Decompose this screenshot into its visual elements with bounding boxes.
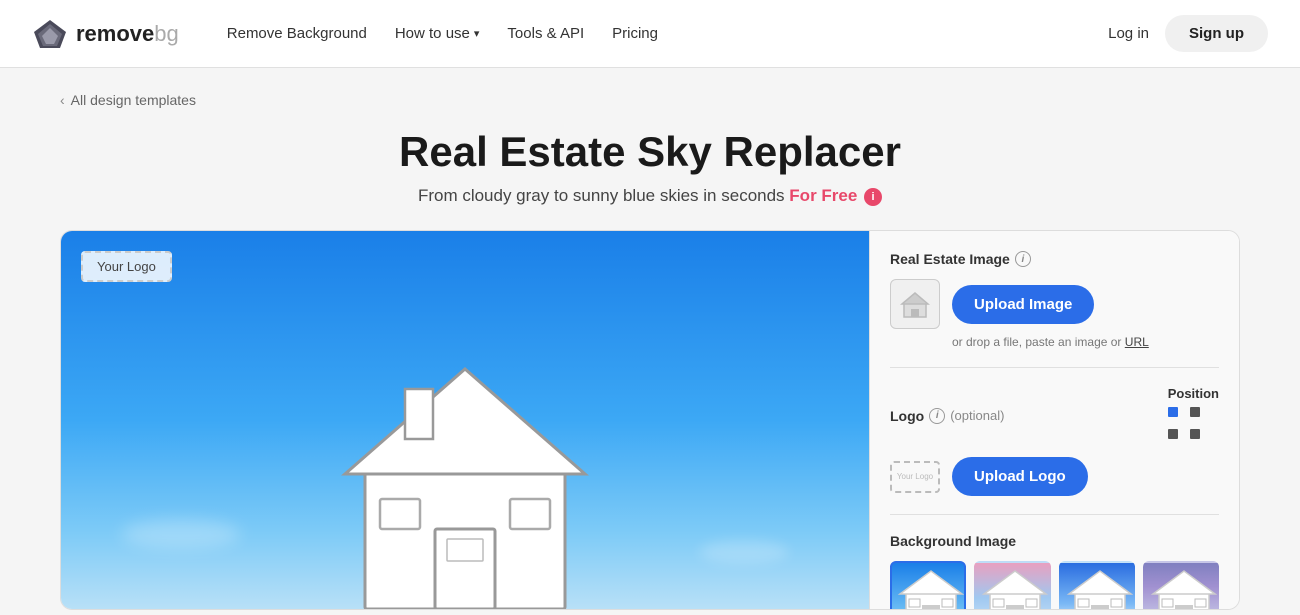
logo-section-label: Logo i (optional) [890, 408, 1004, 424]
upload-image-button[interactable]: Upload Image [952, 285, 1094, 324]
real-estate-thumb [890, 279, 940, 329]
logo-text: removebg [76, 21, 179, 47]
preview-canvas: Your Logo [61, 231, 869, 609]
page-subtitle: From cloudy gray to sunny blue skies in … [60, 186, 1240, 206]
nav-how-to-use[interactable]: How to use ▾ [395, 25, 480, 42]
upload-logo-button[interactable]: Upload Logo [952, 457, 1088, 496]
logo-upload-row: Your Logo Upload Logo [890, 457, 1219, 496]
real-estate-info-icon[interactable]: i [1015, 251, 1031, 267]
logo[interactable]: removebg [32, 16, 179, 52]
bg-section-label: Background Image [890, 533, 1219, 549]
bg-thumb-3[interactable] [1059, 561, 1135, 610]
breadcrumb-chevron-icon: ‹ [60, 92, 65, 108]
breadcrumb[interactable]: ‹ All design templates [60, 92, 1240, 108]
main-nav: Remove Background How to use ▾ Tools & A… [227, 25, 1076, 42]
for-free-info-icon[interactable]: i [864, 188, 882, 206]
preview-sky: Your Logo [61, 231, 869, 609]
logo-icon [32, 16, 68, 52]
nav-pricing[interactable]: Pricing [612, 25, 658, 42]
header-actions: Log in Sign up [1108, 15, 1268, 52]
preview-house-illustration [305, 329, 625, 609]
logo-section: Logo i (optional) Position [890, 386, 1219, 515]
signup-button[interactable]: Sign up [1165, 15, 1268, 52]
breadcrumb-label: All design templates [71, 92, 196, 108]
url-link[interactable]: URL [1125, 335, 1149, 349]
upload-image-row: Upload Image [890, 279, 1219, 329]
position-bottom-right[interactable] [1190, 429, 1200, 439]
main-content: ‹ All design templates Real Estate Sky R… [0, 68, 1300, 610]
position-control: Position [1168, 386, 1219, 445]
logo-thumb: Your Logo [890, 461, 940, 493]
tool-area: Your Logo [60, 230, 1240, 610]
position-top-right[interactable] [1190, 407, 1200, 417]
real-estate-section-label: Real Estate Image i [890, 251, 1219, 267]
position-grid [1168, 407, 1219, 445]
nav-remove-background[interactable]: Remove Background [227, 25, 367, 42]
chevron-down-icon: ▾ [474, 27, 480, 40]
optional-label: (optional) [950, 408, 1004, 423]
for-free-badge: For Free [789, 186, 857, 205]
logo-left: Your Logo Upload Logo [890, 457, 1088, 496]
bg-thumb-1[interactable] [890, 561, 966, 610]
real-estate-section: Real Estate Image i Upload Image or drop [890, 251, 1219, 368]
page-title: Real Estate Sky Replacer [60, 128, 1240, 176]
header: removebg Remove Background How to use ▾ … [0, 0, 1300, 68]
bg-thumb-2[interactable] [974, 561, 1050, 610]
logo-badge: Your Logo [81, 251, 172, 282]
sidebar-panel: Real Estate Image i Upload Image or drop [869, 231, 1239, 609]
position-bottom-left[interactable] [1168, 429, 1178, 439]
nav-tools-api[interactable]: Tools & API [507, 25, 584, 42]
logo-info-icon[interactable]: i [929, 408, 945, 424]
background-section: Background Image [890, 533, 1219, 610]
drop-hint: or drop a file, paste an image or URL [952, 335, 1219, 349]
bg-thumb-4[interactable] [1143, 561, 1219, 610]
house-thumb-icon [900, 289, 930, 319]
position-top-left[interactable] [1168, 407, 1178, 417]
bg-thumbnails [890, 561, 1219, 610]
login-button[interactable]: Log in [1108, 25, 1149, 42]
